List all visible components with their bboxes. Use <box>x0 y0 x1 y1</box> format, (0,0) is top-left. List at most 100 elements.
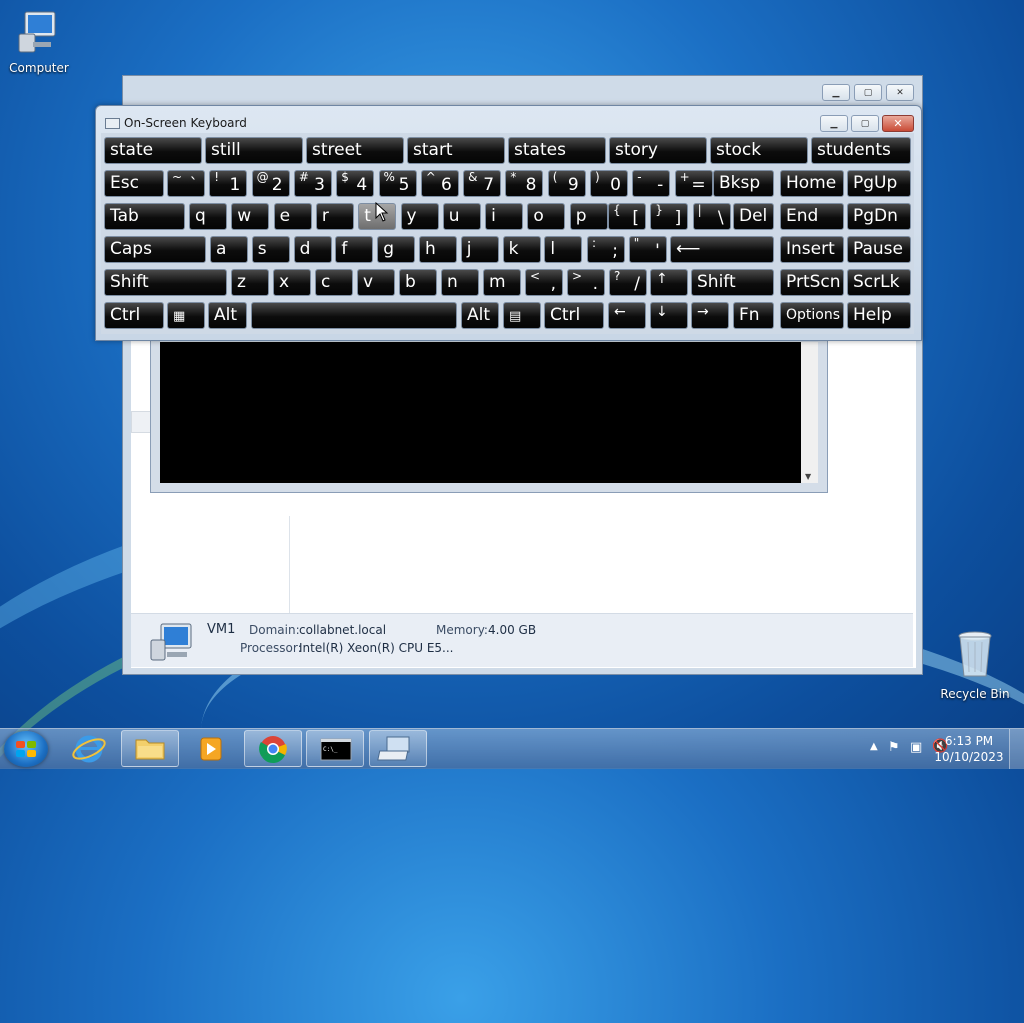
right-shift-key[interactable]: Shift <box>691 269 774 296</box>
suggestion-key[interactable]: states <box>508 137 606 164</box>
letter-key-e[interactable]: e <box>273 203 312 230</box>
fn-key[interactable]: Fn <box>733 302 774 329</box>
letter-key-n[interactable]: n <box>441 269 479 296</box>
suggestion-key[interactable]: story <box>609 137 707 164</box>
help-key[interactable]: Help <box>847 302 911 329</box>
letter-key-p[interactable]: p <box>569 203 608 230</box>
symbol-key[interactable]: " ' <box>628 236 667 263</box>
pane-splitter[interactable] <box>131 411 151 433</box>
number-key[interactable]: $4 <box>336 170 375 197</box>
letter-key-q[interactable]: q <box>189 203 227 230</box>
suggestion-key[interactable]: start <box>407 137 505 164</box>
options-key[interactable]: Options <box>780 302 844 329</box>
number-key[interactable]: ! 1 <box>209 170 248 197</box>
desktop-icon-computer[interactable]: Computer <box>3 8 75 75</box>
number-key[interactable]: -- <box>632 170 671 197</box>
taskbar-command-prompt[interactable]: C:\_ <box>306 730 364 767</box>
number-key[interactable]: ~ ` <box>167 170 205 197</box>
windows-key[interactable]: ▦ <box>167 302 205 329</box>
insert-key[interactable]: Insert <box>780 236 844 263</box>
page-down-key[interactable]: PgDn <box>847 203 911 230</box>
letter-key-h[interactable]: h <box>419 236 457 263</box>
taskbar-media-player[interactable] <box>182 730 240 767</box>
symbol-key[interactable]: {[ <box>608 203 646 230</box>
start-button[interactable] <box>4 731 48 767</box>
space-key[interactable] <box>251 302 457 329</box>
print-screen-key[interactable]: PrtScn <box>780 269 844 296</box>
end-key[interactable]: End <box>780 203 844 230</box>
symbol-key[interactable]: :; <box>587 236 625 263</box>
left-ctrl-key[interactable]: Ctrl <box>104 302 164 329</box>
taskbar-windows-explorer[interactable] <box>121 730 179 767</box>
letter-key-w[interactable]: w <box>231 203 270 230</box>
letter-key-c[interactable]: c <box>315 269 353 296</box>
home-key[interactable]: Home <box>780 170 844 197</box>
letter-key-z[interactable]: z <box>231 269 269 296</box>
suggestion-key[interactable]: students <box>811 137 911 164</box>
close-button[interactable]: ✕ <box>886 84 914 101</box>
number-key[interactable]: * 8 <box>505 170 544 197</box>
left-shift-key[interactable]: Shift <box>104 269 227 296</box>
symbol-key[interactable]: }] <box>650 203 689 230</box>
number-key[interactable]: + = <box>674 170 713 197</box>
letter-key-y[interactable]: y <box>400 203 439 230</box>
letter-key-g[interactable]: g <box>377 236 416 263</box>
suggestion-key[interactable]: still <box>205 137 303 164</box>
taskbar-internet-explorer[interactable] <box>60 730 118 767</box>
taskbar-on-screen-keyboard[interactable] <box>369 730 427 767</box>
action-center-icon[interactable]: ⚑ <box>888 740 900 755</box>
delete-key[interactable]: Del <box>733 203 774 230</box>
right-alt-key[interactable]: Alt <box>461 302 499 329</box>
letter-key-v[interactable]: v <box>357 269 395 296</box>
minimize-button[interactable]: ▁ <box>822 84 850 101</box>
symbol-key[interactable]: ? / <box>609 269 647 296</box>
letter-key-d[interactable]: d <box>293 236 332 263</box>
caps-lock-key[interactable]: Caps <box>104 236 206 263</box>
show-hidden-icons-icon[interactable]: ▲ <box>870 741 878 752</box>
number-key[interactable]: ^ 6 <box>420 170 459 197</box>
symbol-key[interactable]: >. <box>567 269 605 296</box>
enter-key[interactable]: ⟵ <box>670 236 774 263</box>
backspace-key[interactable]: Bksp <box>713 170 774 197</box>
pause-key[interactable]: Pause <box>847 236 911 263</box>
left-arrow-key[interactable]: ← <box>608 302 646 329</box>
letter-key-u[interactable]: u <box>442 203 481 230</box>
vertical-scrollbar[interactable]: ▼ <box>801 342 818 483</box>
maximize-button[interactable]: ▢ <box>854 84 882 101</box>
maximize-button[interactable]: ▢ <box>851 115 879 132</box>
letter-key-o[interactable]: o <box>527 203 566 230</box>
letter-key-l[interactable]: l <box>544 236 583 263</box>
symbol-key[interactable]: <, <box>525 269 563 296</box>
on-screen-keyboard-window[interactable]: On-Screen Keyboard ▁ ▢ ✕ state still str… <box>95 105 922 341</box>
number-key[interactable]: & 7 <box>463 170 502 197</box>
vm-console-preview[interactable]: ▼ <box>150 335 828 493</box>
number-key[interactable]: ) 0 <box>590 170 628 197</box>
letter-key-x[interactable]: x <box>273 269 311 296</box>
esc-key[interactable]: Esc <box>104 170 164 197</box>
letter-key-k[interactable]: k <box>502 236 541 263</box>
number-key[interactable]: @2 <box>251 170 290 197</box>
letter-key-m[interactable]: m <box>483 269 521 296</box>
desktop-icon-recycle-bin[interactable]: Recycle Bin <box>939 630 1011 701</box>
menu-key[interactable]: ▤ <box>503 302 541 329</box>
scroll-lock-key[interactable]: ScrLk <box>847 269 911 296</box>
system-clock[interactable]: 6:13 PM 10/10/2023 <box>934 733 1004 765</box>
letter-key-i[interactable]: i <box>485 203 524 230</box>
letter-key-r[interactable]: r <box>315 203 354 230</box>
letter-key-a[interactable]: a <box>210 236 248 263</box>
symbol-key[interactable]: | \ <box>692 203 731 230</box>
number-key[interactable]: (9 <box>547 170 586 197</box>
letter-key-f[interactable]: f <box>335 236 374 263</box>
network-icon[interactable]: ▣ <box>910 740 922 755</box>
right-ctrl-key[interactable]: Ctrl <box>544 302 604 329</box>
taskbar-chrome[interactable] <box>244 730 302 767</box>
letter-key-j[interactable]: j <box>460 236 499 263</box>
down-arrow-key[interactable]: ↓ <box>650 302 688 329</box>
page-up-key[interactable]: PgUp <box>847 170 911 197</box>
right-arrow-key[interactable]: → <box>691 302 729 329</box>
minimize-button[interactable]: ▁ <box>820 115 848 132</box>
letter-key-b[interactable]: b <box>399 269 437 296</box>
letter-key-s[interactable]: s <box>251 236 290 263</box>
close-button[interactable]: ✕ <box>882 115 914 132</box>
left-alt-key[interactable]: Alt <box>208 302 247 329</box>
